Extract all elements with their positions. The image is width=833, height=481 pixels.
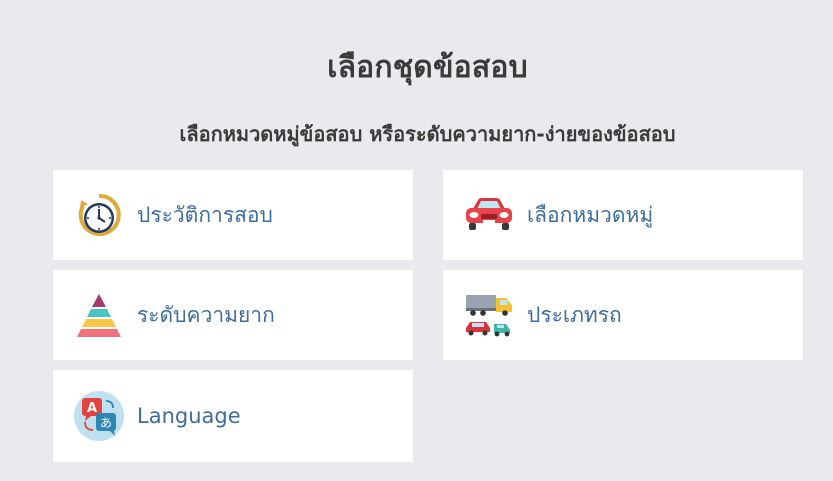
svg-text:A: A	[87, 401, 97, 416]
stopwatch-icon	[73, 189, 125, 241]
svg-text:あ: あ	[100, 416, 112, 430]
difficulty-level-card[interactable]: ระดับความยาก	[53, 270, 413, 360]
difficulty-level-label: ระดับความยาก	[137, 302, 275, 327]
select-category-card[interactable]: เลือกหมวดหมู่	[443, 170, 803, 260]
red-car-icon	[463, 189, 515, 241]
vehicle-type-label: ประเภทรถ	[527, 302, 622, 327]
language-label: Language	[137, 404, 241, 428]
vehicles-icon	[463, 289, 515, 341]
select-category-label: เลือกหมวดหมู่	[527, 202, 654, 227]
page-subtitle: เลือกหมวดหมู่ข้อสอบ หรือระดับความยาก-ง่า…	[179, 122, 676, 146]
language-card[interactable]: A あ Language	[53, 370, 413, 462]
exam-history-label: ประวัติการสอบ	[137, 202, 273, 227]
pyramid-icon	[73, 289, 125, 341]
exam-history-card[interactable]: ประวัติการสอบ	[53, 170, 413, 260]
translate-icon: A あ	[73, 390, 125, 442]
page-title: เลือกชุดข้อสอบ	[327, 50, 528, 85]
vehicle-type-card[interactable]: ประเภทรถ	[443, 270, 803, 360]
